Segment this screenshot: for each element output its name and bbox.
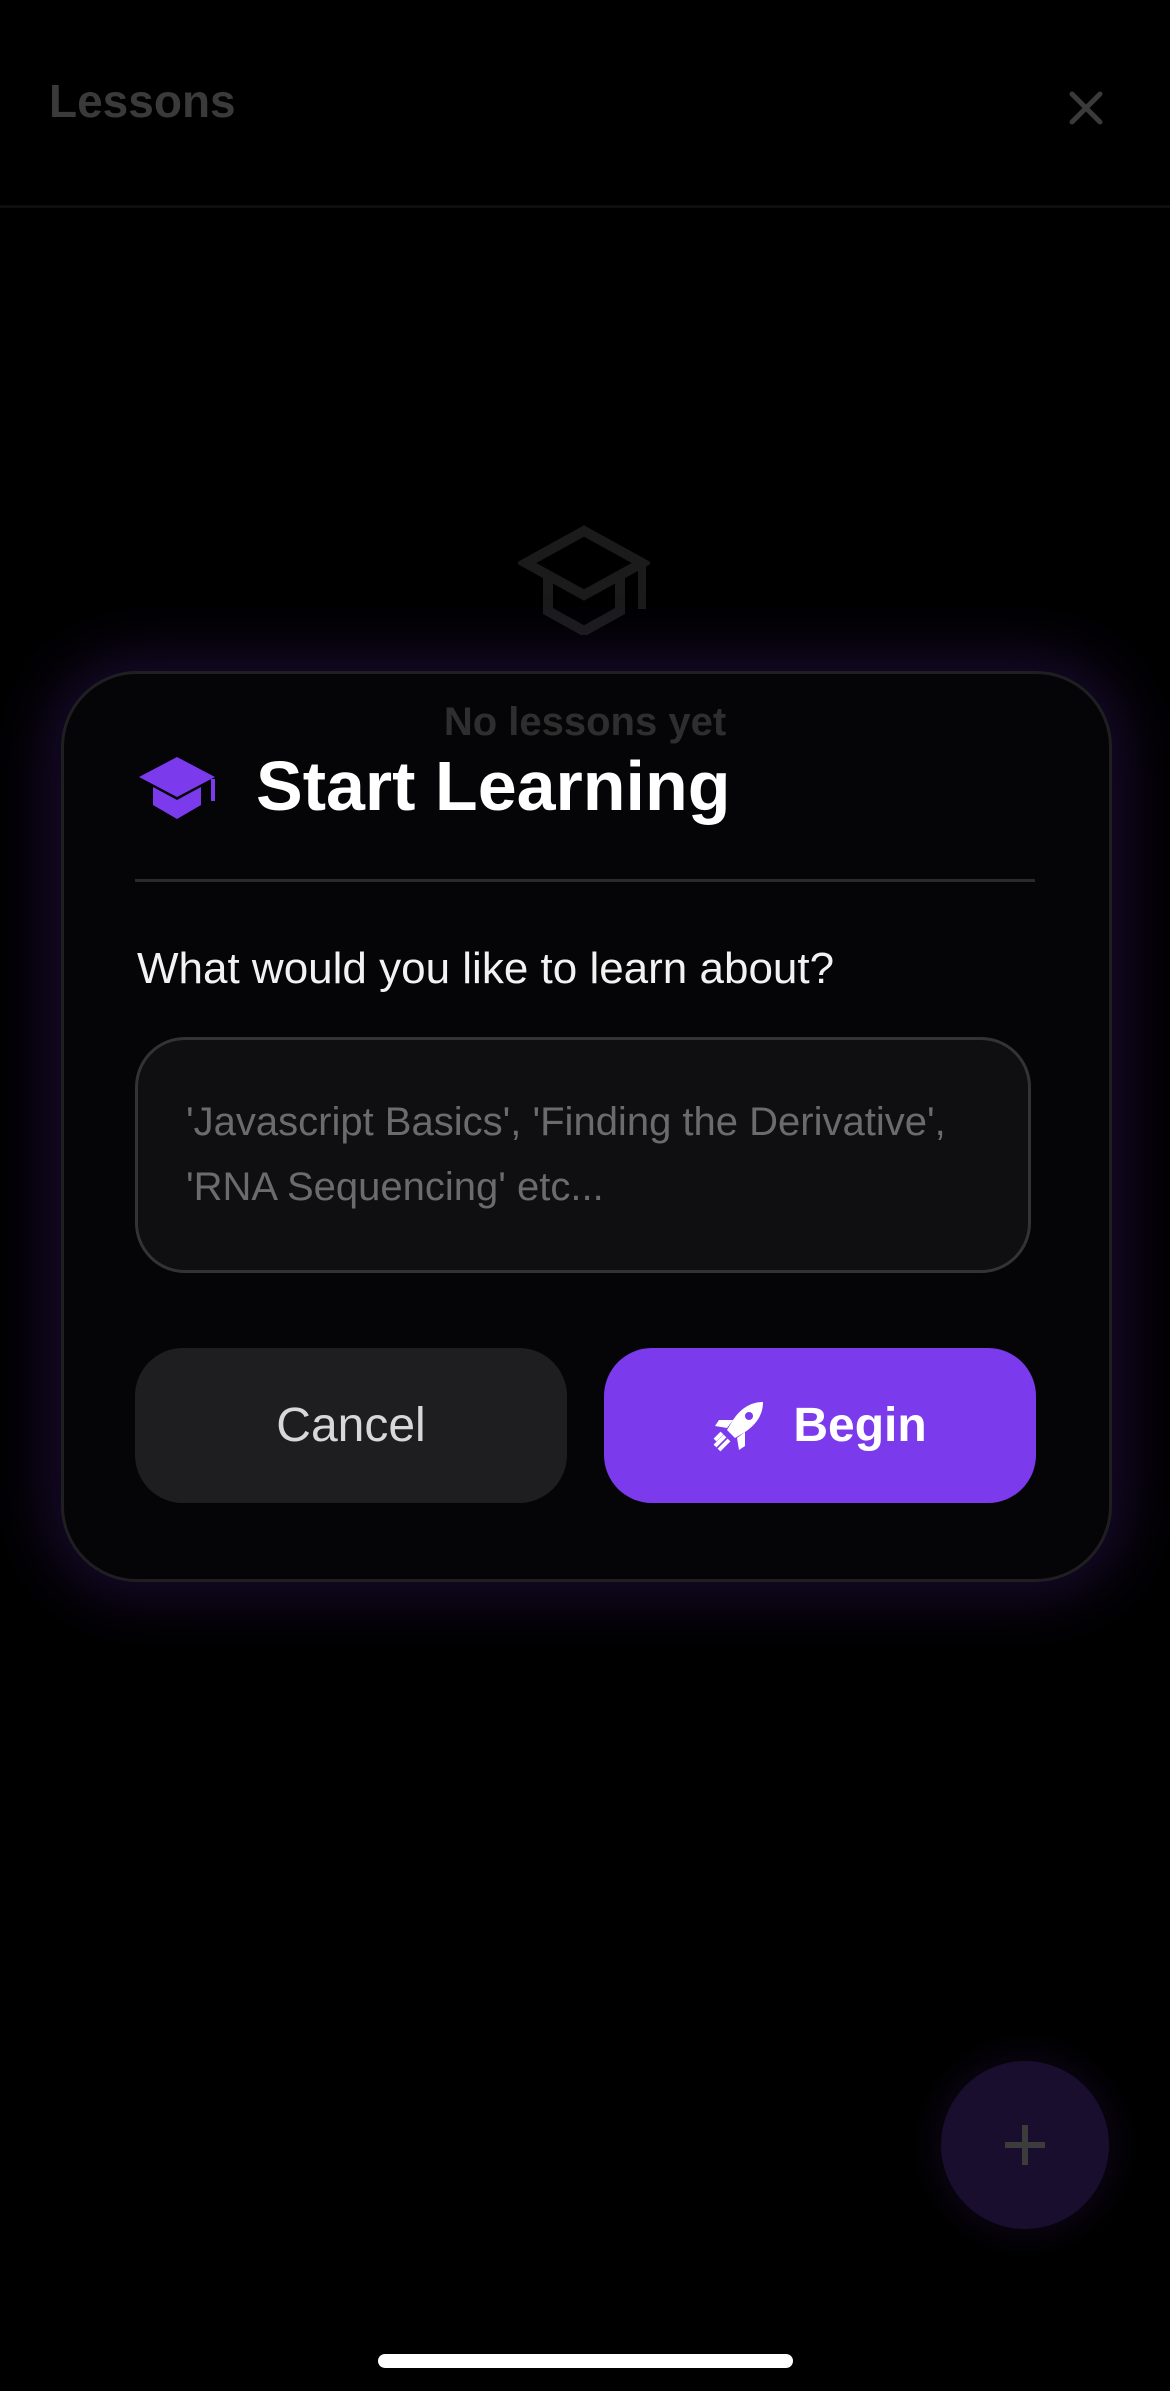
cancel-label: Cancel <box>276 1399 426 1452</box>
modal-divider <box>135 879 1035 882</box>
header-divider <box>0 205 1170 208</box>
topic-input[interactable]: 'Javascript Basics', 'Finding the Deriva… <box>135 1037 1031 1273</box>
add-lesson-button[interactable] <box>941 2061 1109 2229</box>
modal-title: Start Learning <box>256 747 731 825</box>
home-indicator[interactable] <box>378 2354 793 2368</box>
plus-icon <box>1005 2125 1045 2165</box>
cancel-button[interactable]: Cancel <box>135 1348 567 1503</box>
begin-button[interactable]: Begin <box>604 1348 1036 1503</box>
page-title: Lessons <box>49 75 236 127</box>
question-label: What would you like to learn about? <box>137 944 835 993</box>
close-icon[interactable] <box>1066 88 1106 128</box>
rocket-icon <box>713 1401 764 1451</box>
graduation-cap-icon <box>139 757 215 819</box>
begin-label: Begin <box>793 1399 927 1452</box>
empty-state-text: No lessons yet <box>443 700 727 744</box>
topic-input-placeholder: 'Javascript Basics', 'Finding the Deriva… <box>186 1100 946 1209</box>
graduation-cap-icon <box>518 525 650 635</box>
